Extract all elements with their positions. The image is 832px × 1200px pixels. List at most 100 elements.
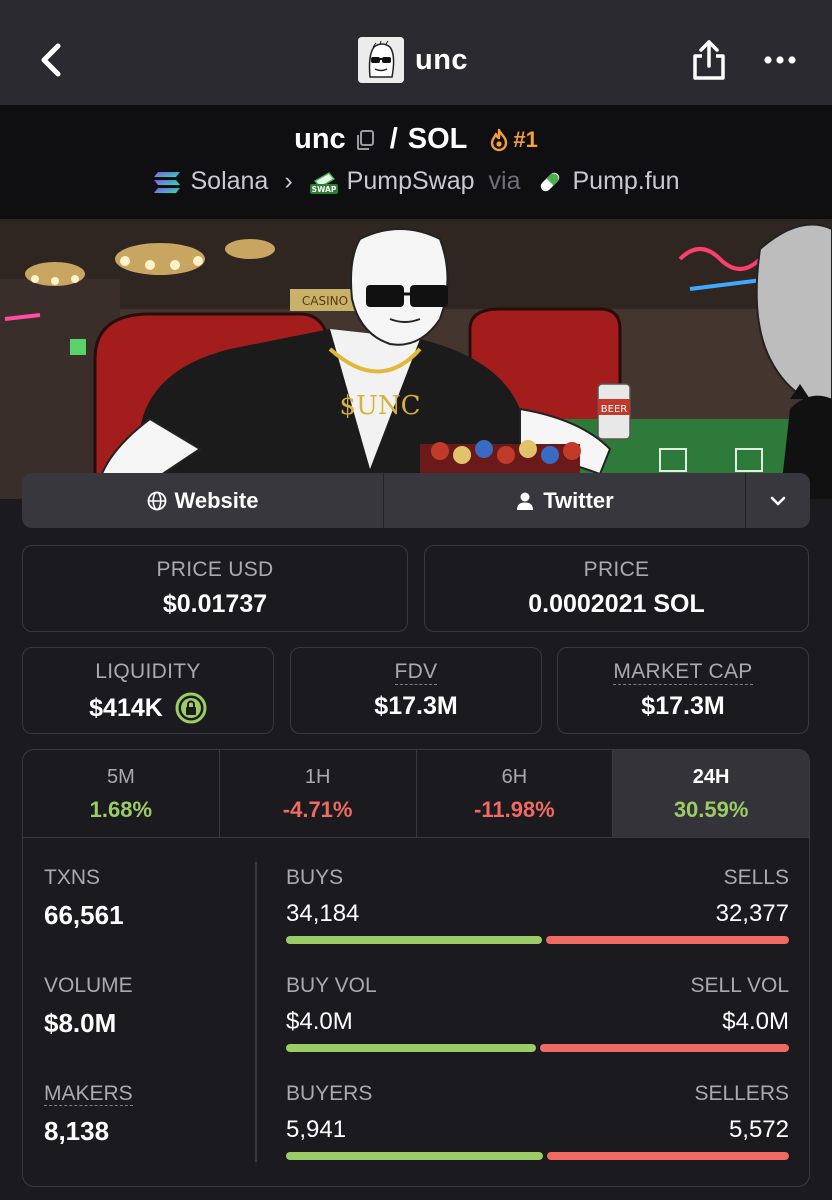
more-links-button[interactable] — [746, 473, 810, 528]
sell-bar — [540, 1044, 789, 1052]
tab-24h[interactable]: 24H 30.59% — [613, 750, 809, 837]
volume-stat: VOLUME $8.0M — [44, 974, 133, 1039]
website-label: Website — [174, 487, 259, 513]
buys-sells-ratio-bar — [286, 936, 789, 944]
tab-1h[interactable]: 1H -4.71% — [220, 750, 417, 837]
buys-label: BUYS — [286, 866, 344, 889]
tab-5m[interactable]: 5M 1.68% — [23, 750, 220, 837]
dex-link[interactable]: PumpSwap — [347, 167, 475, 196]
price-usd-value: $0.01737 — [162, 590, 268, 618]
token-banner-image: CASINO $UNC BEER — [0, 219, 832, 499]
pair-header: unc / SOL #1 Solana › SWAP PumpSwap via … — [0, 105, 832, 219]
buy-vol-label: BUY VOL — [286, 974, 377, 997]
price-usd-box: PRICE USD $0.01737 — [22, 545, 408, 632]
tab-change: 1.68% — [89, 797, 153, 822]
beer-label-text: BEER — [601, 404, 627, 415]
txns-value: 66,561 — [44, 900, 124, 930]
volume-ratio-bar — [286, 1044, 789, 1052]
more-dots-icon[interactable] — [762, 48, 802, 72]
token-avatar-icon — [358, 37, 404, 83]
globe-icon — [147, 491, 166, 510]
market-cap-value: $17.3M — [641, 692, 725, 720]
buyers-ratio-bar — [286, 1152, 789, 1160]
lock-icon[interactable] — [175, 692, 207, 724]
timeframe-stats-card: 5M 1.68% 1H -4.71% 6H -11.98% 24H 30.59%… — [22, 749, 810, 1187]
tab-change: -11.98% — [474, 797, 555, 822]
makers-value: 8,138 — [44, 1116, 110, 1146]
pair-separator: / — [389, 123, 398, 155]
quote-symbol: SOL — [407, 123, 468, 155]
via-label: via — [488, 167, 521, 195]
website-button[interactable]: Website — [22, 473, 384, 528]
sellers-value: 5,572 — [728, 1116, 789, 1143]
tab-label: 1H — [304, 766, 331, 788]
makers-label: MAKERS — [44, 1082, 133, 1106]
base-symbol: unc — [294, 123, 346, 155]
timeframe-tabs: 5M 1.68% 1H -4.71% 6H -11.98% 24H 30.59% — [23, 750, 809, 838]
fdv-box[interactable]: FDV $17.3M — [290, 647, 542, 734]
sell-bar — [546, 936, 789, 944]
txns-label: TXNS — [44, 866, 101, 889]
twitter-label: Twitter — [543, 487, 614, 513]
buyers-value: 5,941 — [286, 1116, 347, 1143]
buyers-sellers-stat: BUYERS SELLERS 5,941 5,572 — [286, 1082, 789, 1160]
buy-bar — [286, 1044, 536, 1052]
buy-bar — [286, 936, 542, 944]
rank-label: #1 — [513, 126, 538, 152]
tab-change: -4.71% — [282, 797, 353, 822]
pumpswap-badge-text: SWAP — [311, 185, 336, 194]
tab-change: 30.59% — [673, 797, 749, 822]
stats-divider — [255, 862, 257, 1162]
flame-icon — [491, 128, 508, 151]
buy-sell-volume-stat: BUY VOL SELL VOL $4.0M $4.0M — [286, 974, 789, 1052]
txns-stat: TXNS 66,561 — [44, 866, 124, 931]
fdv-label: FDV — [394, 660, 438, 685]
token-name: unc — [415, 43, 469, 76]
chevron-down-icon — [770, 496, 786, 505]
sells-value: 32,377 — [715, 900, 789, 927]
market-cap-label: MARKET CAP — [613, 660, 753, 685]
token-title[interactable]: unc — [358, 37, 468, 83]
breadcrumb-chevron-icon: › — [284, 167, 293, 195]
price-native-label: PRICE — [583, 558, 650, 581]
buys-sells-stat: BUYS SELLS 34,184 32,377 — [286, 866, 789, 944]
sell-vol-value: $4.0M — [722, 1008, 789, 1035]
chevron-left-icon[interactable] — [34, 40, 68, 80]
trending-rank-badge[interactable]: #1 — [489, 126, 538, 153]
market-cap-box[interactable]: MARKET CAP $17.3M — [557, 647, 809, 734]
twitter-button[interactable]: Twitter — [384, 473, 746, 528]
liquidity-label: LIQUIDITY — [95, 660, 201, 683]
buys-value: 34,184 — [286, 900, 360, 927]
copy-icon[interactable] — [354, 129, 376, 151]
fdv-value: $17.3M — [374, 692, 458, 720]
price-native-value: 0.0002021 SOL — [528, 590, 705, 618]
pill-icon — [540, 172, 559, 191]
chain-link[interactable]: Solana — [190, 167, 268, 196]
volume-label: VOLUME — [44, 974, 133, 997]
user-icon — [517, 492, 534, 510]
trade-stats: TXNS 66,561 VOLUME $8.0M MAKERS 8,138 BU… — [23, 838, 809, 1186]
top-nav-bar: unc — [0, 0, 832, 105]
volume-value: $8.0M — [44, 1008, 117, 1038]
tab-6h[interactable]: 6H -11.98% — [417, 750, 614, 837]
casino-sign-text: CASINO — [302, 294, 348, 308]
tab-label: 24H — [692, 766, 730, 788]
social-links-bar: Website Twitter — [22, 473, 810, 528]
sell-bar — [547, 1152, 789, 1160]
price-native-box: PRICE 0.0002021 SOL — [424, 545, 809, 632]
launchpad-link[interactable]: Pump.fun — [573, 167, 680, 196]
liquidity-value: $414K — [89, 693, 163, 722]
sells-label: SELLS — [723, 866, 789, 889]
buy-bar — [286, 1152, 543, 1160]
chest-text: $UNC — [339, 391, 420, 421]
buyers-label: BUYERS — [286, 1082, 373, 1105]
pumpswap-icon: SWAP — [309, 171, 338, 194]
makers-stat[interactable]: MAKERS 8,138 — [44, 1082, 133, 1147]
solana-icon — [154, 171, 181, 193]
sell-vol-label: SELL VOL — [690, 974, 789, 997]
tab-label: 6H — [501, 766, 528, 788]
liquidity-box: LIQUIDITY $414K — [22, 647, 274, 734]
share-icon[interactable] — [690, 38, 728, 82]
sellers-label: SELLERS — [694, 1082, 789, 1105]
buy-vol-value: $4.0M — [286, 1008, 353, 1035]
